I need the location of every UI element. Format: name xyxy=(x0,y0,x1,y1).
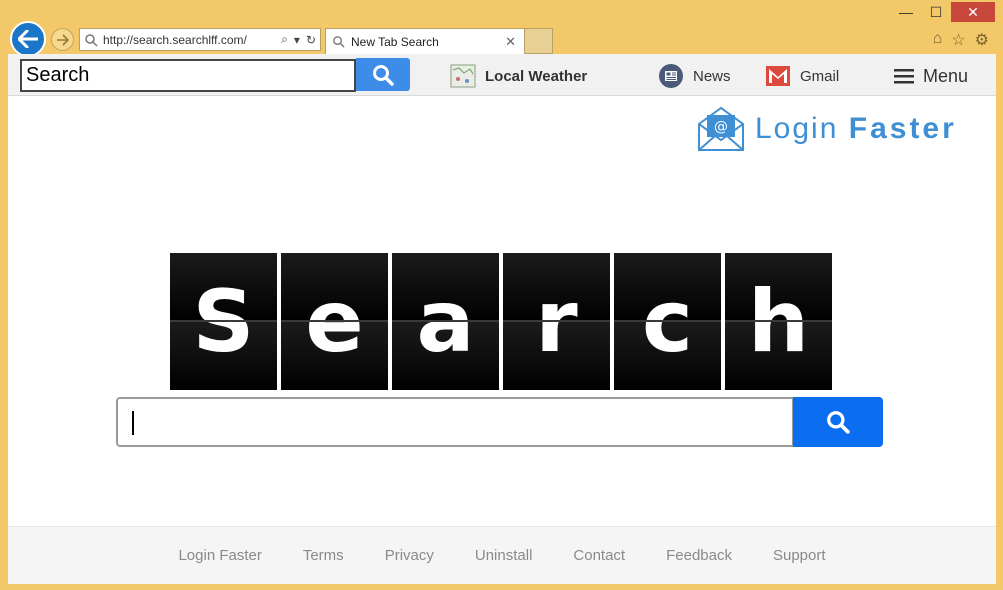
minimize-icon[interactable]: — xyxy=(891,2,921,22)
gear-icon[interactable]: ⚙ xyxy=(975,30,989,50)
tab-close-icon[interactable]: ✕ xyxy=(505,34,516,50)
browser-window: — ☐ ✕ http://search.searchlff.com/ ⌕ ▾ ↻… xyxy=(0,0,1003,590)
gmail-link[interactable]: Gmail xyxy=(765,62,839,90)
svg-text:@: @ xyxy=(714,119,728,135)
tile-letter: e xyxy=(305,271,364,372)
footer-link-uninstall[interactable]: Uninstall xyxy=(475,547,533,564)
new-tab-button[interactable] xyxy=(525,28,553,54)
footer: Login Faster Terms Privacy Uninstall Con… xyxy=(8,526,996,584)
news-link[interactable]: News xyxy=(658,62,731,90)
toolbar-search-value: Search xyxy=(26,64,90,86)
local-weather-label: Local Weather xyxy=(485,67,588,85)
tile-letter: c xyxy=(642,271,693,372)
forward-arrow-icon xyxy=(57,33,69,46)
envelope-icon: @ xyxy=(698,106,744,151)
address-bar[interactable]: http://search.searchlff.com/ ⌕ ▾ ↻ xyxy=(79,28,321,51)
address-tools: ⌕ ▾ ↻ xyxy=(281,32,320,47)
brand-word-login: Login xyxy=(755,112,839,145)
back-arrow-icon xyxy=(18,30,38,48)
flip-tile: e xyxy=(281,253,388,390)
footer-link-login-faster[interactable]: Login Faster xyxy=(178,547,261,564)
search-flip-tiles: S e a r c h xyxy=(170,253,832,390)
flip-tile: h xyxy=(725,253,832,390)
address-url[interactable]: http://search.searchlff.com/ xyxy=(103,33,253,47)
gmail-label: Gmail xyxy=(800,67,840,85)
tile-letter: r xyxy=(535,271,578,372)
flip-tile: r xyxy=(503,253,610,390)
flip-tile: S xyxy=(170,253,277,390)
forward-button[interactable] xyxy=(51,28,74,51)
text-cursor xyxy=(132,411,134,435)
footer-link-privacy[interactable]: Privacy xyxy=(385,547,434,564)
menu-button[interactable]: Menu xyxy=(894,62,968,90)
menu-label: Menu xyxy=(923,65,969,86)
main-search-input[interactable] xyxy=(116,397,794,447)
tab-search-icon xyxy=(333,36,345,48)
news-label: News xyxy=(693,67,731,85)
search-icon xyxy=(373,64,394,86)
local-weather-link[interactable]: Local Weather xyxy=(450,62,587,90)
footer-link-support[interactable]: Support xyxy=(773,547,826,564)
extension-toolbar: Search Local Weather News Gmail Menu xyxy=(8,54,996,96)
toolbar-search-input[interactable]: Search xyxy=(20,59,356,92)
hamburger-icon xyxy=(894,68,914,84)
browser-right-icons: ⌂ ☆ ⚙ xyxy=(933,30,989,50)
tab-label: New Tab Search xyxy=(351,34,439,49)
home-icon[interactable]: ⌂ xyxy=(933,30,943,50)
footer-link-contact[interactable]: Contact xyxy=(573,547,625,564)
flip-tile: a xyxy=(392,253,499,390)
maximize-icon[interactable]: ☐ xyxy=(921,2,951,22)
search-icon[interactable]: ⌕ xyxy=(281,32,288,47)
refresh-icon[interactable]: ↻ xyxy=(306,33,316,47)
footer-link-terms[interactable]: Terms xyxy=(303,547,344,564)
close-icon[interactable]: ✕ xyxy=(951,2,995,22)
news-icon xyxy=(658,63,684,89)
toolbar-search-button[interactable] xyxy=(356,58,410,91)
flip-tile: c xyxy=(614,253,721,390)
back-button[interactable] xyxy=(10,21,46,57)
page-icon xyxy=(85,33,98,47)
footer-link-feedback[interactable]: Feedback xyxy=(666,547,732,564)
window-controls: — ☐ ✕ xyxy=(891,2,995,22)
brand-word-faster: Faster xyxy=(848,112,957,145)
dropdown-icon[interactable]: ▾ xyxy=(294,33,300,47)
tab-new-tab-search[interactable]: New Tab Search ✕ xyxy=(325,28,525,54)
weather-map-icon xyxy=(450,64,476,88)
brand-name: Login Faster xyxy=(755,112,957,146)
page-content: Search Local Weather News Gmail Menu @ L… xyxy=(8,54,996,584)
main-search-button[interactable] xyxy=(793,397,883,447)
search-icon xyxy=(827,411,850,434)
login-faster-logo: @ Login Faster xyxy=(697,106,957,152)
gmail-icon xyxy=(765,64,791,88)
tile-letter: h xyxy=(747,271,810,372)
star-icon[interactable]: ☆ xyxy=(951,30,965,50)
tile-letter: S xyxy=(192,271,255,372)
tile-letter: a xyxy=(416,271,475,372)
